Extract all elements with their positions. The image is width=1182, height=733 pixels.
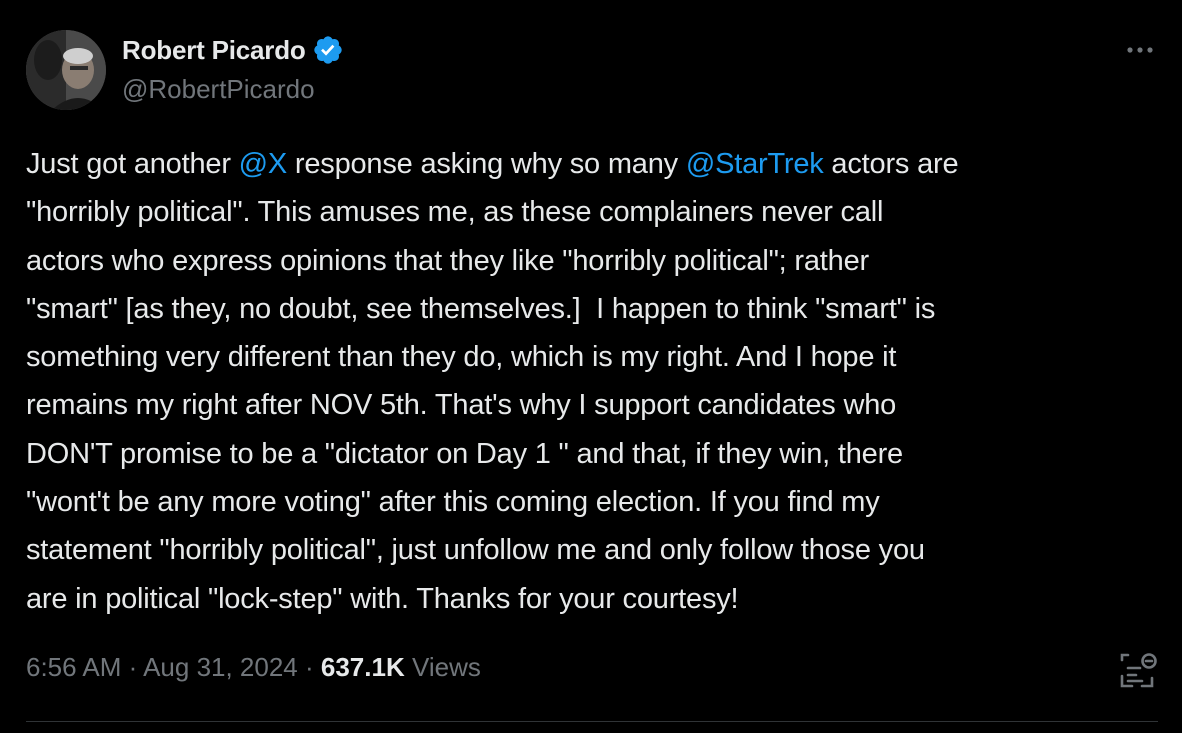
tweet-text-segment: Just got another	[26, 148, 239, 180]
tweet-text-line: Just got another @X response asking why …	[26, 140, 1166, 188]
mention-link[interactable]: @X	[239, 148, 288, 180]
tweet-text-segment: "smart" [as they, no doubt, see themselv…	[26, 292, 936, 325]
tweet-text-line: actors who express opinions that they li…	[26, 237, 1166, 285]
tweet-text-segment: DON'T promise to be a "dictator on Day 1…	[26, 437, 903, 470]
author-name-row: Robert Picardo	[122, 34, 344, 66]
grok-analyze-icon[interactable]	[1118, 650, 1160, 692]
verified-badge-icon[interactable]	[312, 34, 344, 66]
meta-separator: ·	[121, 652, 144, 682]
display-name[interactable]: Robert Picardo	[122, 35, 306, 66]
views-label: Views	[404, 652, 481, 682]
tweet-time[interactable]: 6:56 AM	[26, 652, 121, 682]
tweet-text-line: "wont't be any more voting" after this c…	[26, 478, 1166, 526]
mention-link[interactable]: @StarTrek	[686, 148, 824, 180]
tweet-text-line: "smart" [as they, no doubt, see themselv…	[26, 285, 1166, 333]
views-count[interactable]: 637.1K	[321, 652, 405, 682]
tweet-text-segment: actors are	[823, 148, 959, 180]
tweet-text-segment: are in political "lock-step" with. Thank…	[26, 582, 739, 615]
tweet-text-line: statement "horribly political", just unf…	[26, 526, 1166, 574]
tweet-text-segment: something very different than they do, w…	[26, 341, 897, 374]
tweet-text-line: something very different than they do, w…	[26, 333, 1166, 381]
tweet-text-segment: "wont't be any more voting" after this c…	[26, 486, 880, 519]
meta-separator: ·	[297, 652, 321, 682]
divider	[26, 721, 1158, 722]
tweet-text: Just got another @X response asking why …	[26, 140, 1166, 623]
tweet-text-segment: response asking why so many	[287, 148, 686, 180]
tweet-text-segment: "horribly political". This amuses me, as…	[26, 196, 884, 229]
tweet: Robert Picardo @RobertPicardo Just got a…	[0, 0, 1182, 733]
tweet-text-line: remains my right after NOV 5th. That's w…	[26, 381, 1166, 429]
tweet-text-line: "horribly political". This amuses me, as…	[26, 188, 1166, 236]
tweet-text-segment: remains my right after NOV 5th. That's w…	[26, 389, 897, 422]
tweet-date[interactable]: Aug 31, 2024	[143, 652, 298, 682]
tweet-text-line: DON'T promise to be a "dictator on Day 1…	[26, 430, 1166, 478]
more-options-icon[interactable]	[1124, 38, 1156, 62]
profile-photo	[26, 30, 106, 110]
tweet-text-segment: actors who express opinions that they li…	[26, 244, 869, 277]
tweet-metadata: 6:56 AM · Aug 31, 2024 · 637.1K Views	[26, 652, 481, 683]
tweet-text-line: are in political "lock-step" with. Thank…	[26, 575, 1166, 623]
avatar[interactable]	[26, 30, 106, 110]
tweet-text-segment: statement "horribly political", just unf…	[26, 534, 925, 567]
author-handle[interactable]: @RobertPicardo	[122, 74, 315, 105]
